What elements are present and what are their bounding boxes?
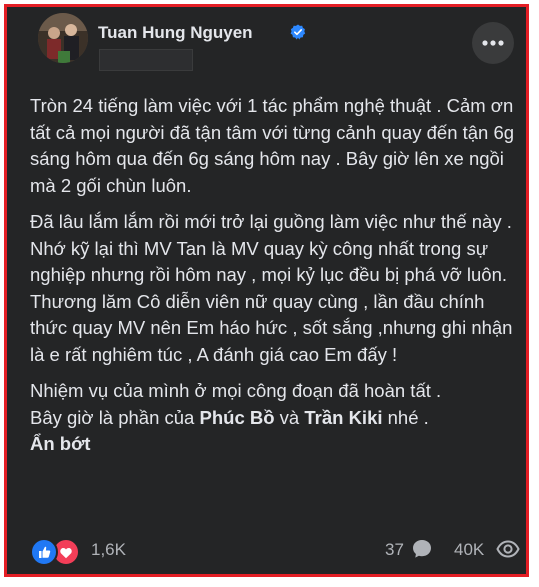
comment-count[interactable]: 37 xyxy=(385,540,404,560)
like-reaction-icon xyxy=(30,538,58,566)
reaction-count[interactable]: 1,6K xyxy=(91,540,126,560)
reactions-summary[interactable] xyxy=(30,537,82,566)
post-footer: 1,6K 37 40K xyxy=(30,537,520,566)
post-meta-redacted xyxy=(99,49,193,71)
last-line-prefix: Bây giờ là phần của xyxy=(30,406,200,428)
paragraph-4: Nhiệm vụ của mình ở mọi công đoạn đã hoà… xyxy=(30,378,515,431)
author-name[interactable]: Tuan Hung Nguyen xyxy=(98,23,253,43)
verified-badge-icon xyxy=(290,24,306,40)
paragraph-4-text: Nhiệm vụ của mình ở mọi công đoạn đã hoà… xyxy=(30,380,442,401)
paragraph-2: Đã lâu lắm lắm rồi mới trở lại guồng làm… xyxy=(30,209,515,289)
paragraph-2-text: Đã lâu lắm lắm rồi mới trở lại guồng làm… xyxy=(30,211,512,285)
paragraph-3: Thương lăm Cô diễn viên nữ quay cùng , l… xyxy=(30,290,513,365)
eye-icon xyxy=(496,540,520,558)
mention-phuc-bo[interactable]: Phúc Bồ xyxy=(200,407,275,428)
more-options-icon xyxy=(482,40,504,46)
more-options-button[interactable] xyxy=(472,22,514,64)
avatar[interactable] xyxy=(38,13,88,63)
post-text: Tròn 24 tiếng làm việc với 1 tác phẩm ng… xyxy=(30,93,515,458)
last-line-suffix: nhé . xyxy=(382,406,429,428)
mention-tran-kiki[interactable]: Trần Kiki xyxy=(304,407,382,428)
last-line-between: và xyxy=(274,406,305,428)
paragraph-1: Tròn 24 tiếng làm việc với 1 tác phẩm ng… xyxy=(30,95,515,196)
comment-icon[interactable] xyxy=(411,538,433,560)
see-less-link[interactable]: Ẩn bớt xyxy=(30,431,515,458)
view-count: 40K xyxy=(454,540,485,559)
